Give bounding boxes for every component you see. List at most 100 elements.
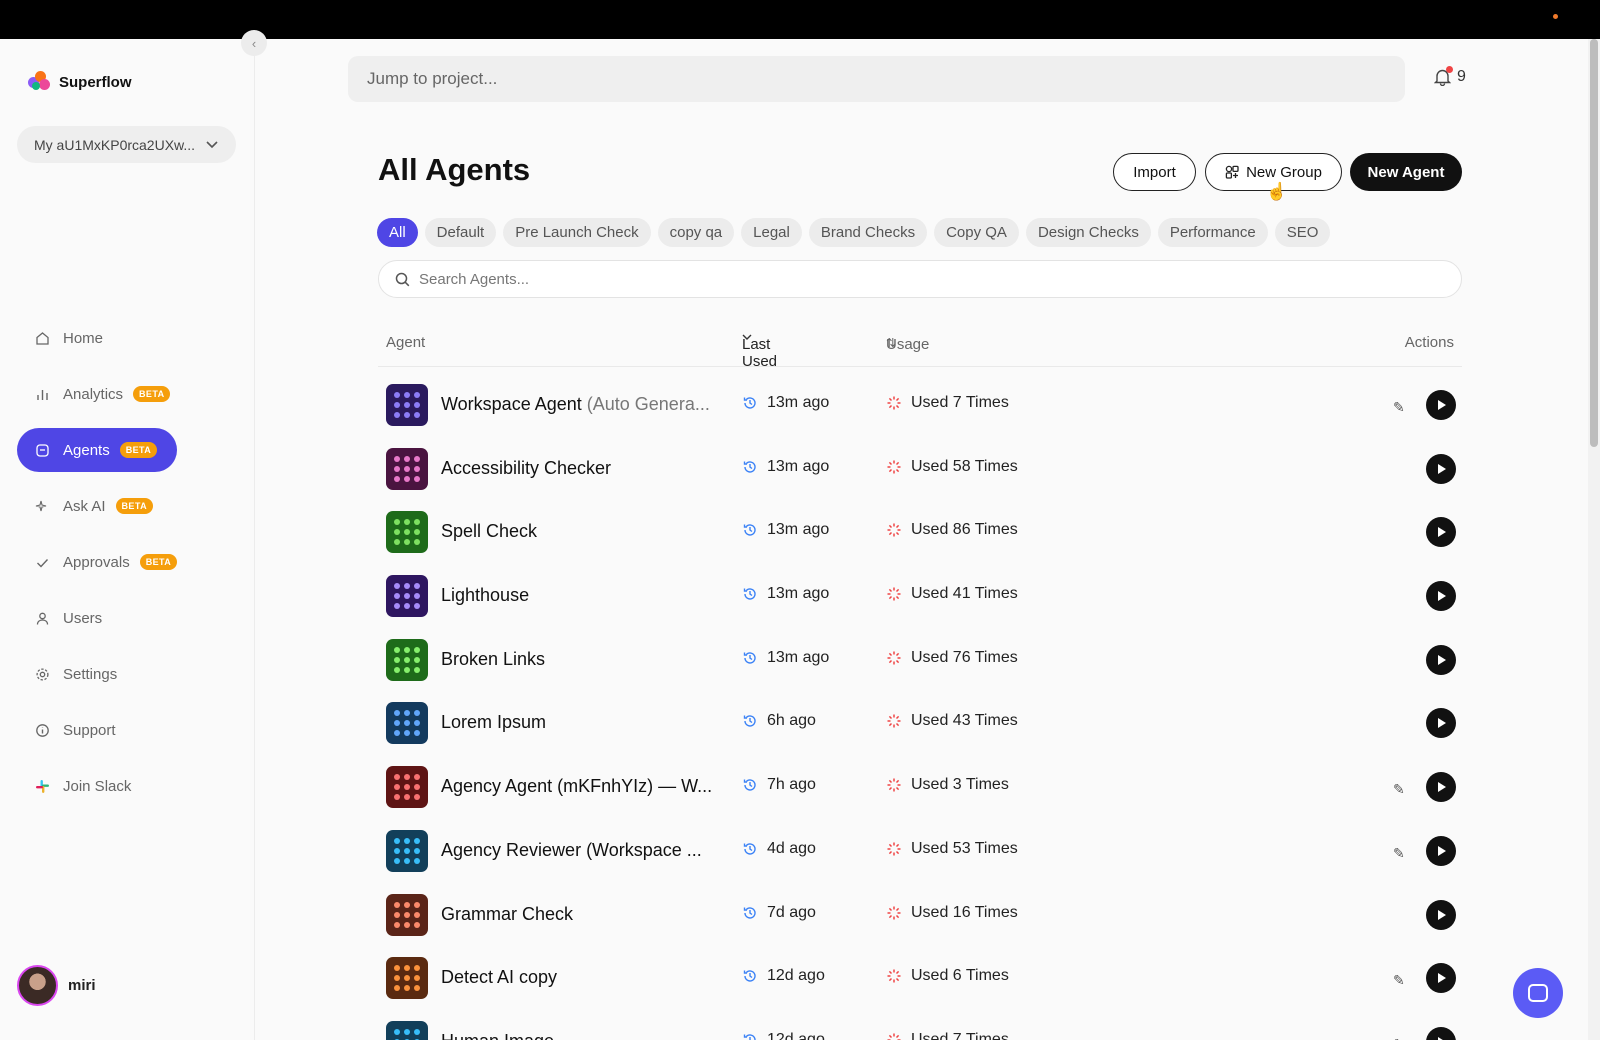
last-used-value: 12d ago bbox=[767, 967, 825, 985]
agent-avatar-icon bbox=[386, 893, 428, 936]
filter-chip-copy-qa[interactable]: Copy QA bbox=[934, 218, 1019, 247]
run-agent-button[interactable] bbox=[1426, 772, 1456, 803]
usage-cell: Used 16 Times bbox=[886, 904, 1018, 922]
table-row[interactable]: Spell Check 13m ago Used 86 Times bbox=[378, 501, 1462, 565]
filter-chip-default[interactable]: Default bbox=[424, 218, 497, 247]
table-row[interactable]: Broken Links 13m ago Used 76 Times bbox=[378, 629, 1462, 693]
usage-cell: Used 76 Times bbox=[886, 649, 1018, 667]
table-row[interactable]: Detect AI copy 12d ago Used 6 Times ✎ bbox=[378, 947, 1462, 1011]
usage-value: Used 86 Times bbox=[911, 521, 1018, 539]
last-used-value: 13m ago bbox=[767, 648, 830, 666]
table-row[interactable]: Lorem Ipsum 6h ago Used 43 Times bbox=[378, 692, 1462, 756]
last-used-cell: 13m ago bbox=[742, 649, 829, 667]
sidebar-item-label: Ask AI bbox=[63, 497, 106, 515]
sidebar-item-label: Home bbox=[63, 329, 104, 347]
workspace-selector[interactable]: My aU1MxKP0rca2UXw... bbox=[17, 126, 236, 163]
clock-icon bbox=[743, 1034, 756, 1040]
sidebar-item-agents[interactable]: Agents BETA bbox=[17, 428, 177, 472]
agent-name[interactable]: Human Image bbox=[441, 1031, 554, 1040]
last-used-cell: 12d ago bbox=[742, 1031, 825, 1040]
usage-value: Used 7 Times bbox=[911, 394, 1009, 411]
agent-name[interactable]: Workspace Agent (Auto Genera... bbox=[441, 394, 710, 415]
run-agent-button[interactable] bbox=[1426, 899, 1456, 930]
sidebar-item-approvals[interactable]: Approvals BETA bbox=[17, 540, 236, 584]
agent-name[interactable]: Accessibility Checker bbox=[441, 458, 611, 479]
page-scrollbar[interactable] bbox=[1588, 39, 1600, 1040]
edit-pencil-icon[interactable]: ✎ bbox=[1393, 781, 1405, 798]
notifications-button[interactable]: 9 bbox=[1434, 66, 1466, 86]
table-row[interactable]: Lighthouse 13m ago Used 41 Times bbox=[378, 565, 1462, 629]
scrollbar-thumb[interactable] bbox=[1590, 39, 1598, 447]
edit-pencil-icon[interactable]: ✎ bbox=[1393, 1036, 1405, 1040]
run-agent-button[interactable] bbox=[1426, 644, 1456, 675]
agent-name-text: Detect AI copy bbox=[441, 967, 558, 988]
gear-icon bbox=[34, 666, 50, 682]
agent-avatar-icon bbox=[386, 511, 428, 554]
table-row[interactable]: Agency Reviewer (Workspace ... 4d ago Used… bbox=[378, 820, 1462, 884]
table-row[interactable]: Agency Agent (mKFnhYIz) — W... 7h ago Used… bbox=[378, 756, 1462, 820]
project-search-input[interactable]: Jump to project... bbox=[348, 56, 1405, 102]
clock-icon bbox=[743, 524, 756, 537]
chat-support-button[interactable] bbox=[1513, 968, 1563, 1018]
superflow-logo-icon bbox=[28, 71, 50, 93]
usage-burst-icon bbox=[887, 1033, 901, 1040]
run-agent-button[interactable] bbox=[1426, 1026, 1456, 1040]
agent-search-input[interactable]: Search Agents... bbox=[378, 260, 1462, 298]
table-row[interactable]: Accessibility Checker 13m ago Used 58 Time… bbox=[378, 438, 1462, 502]
run-agent-button[interactable] bbox=[1426, 963, 1456, 994]
info-icon bbox=[34, 722, 50, 738]
sidebar-item-join-slack[interactable]: Join Slack bbox=[17, 764, 236, 808]
usage-cell: Used 3 Times bbox=[886, 776, 1009, 794]
agent-name[interactable]: Grammar Check bbox=[441, 904, 573, 925]
sidebar-item-home[interactable]: Home bbox=[17, 316, 236, 360]
import-button[interactable]: Import bbox=[1113, 153, 1196, 191]
usage-value: Used 3 Times bbox=[911, 776, 1009, 794]
filter-chip-brand-checks[interactable]: Brand Checks bbox=[808, 218, 928, 247]
collapse-sidebar-button[interactable]: ‹ bbox=[241, 30, 267, 56]
agent-name[interactable]: Spell Check bbox=[441, 521, 537, 542]
edit-pencil-icon[interactable]: ✎ bbox=[1393, 399, 1405, 416]
user-profile[interactable]: miri bbox=[17, 965, 96, 1006]
last-used-value: 13m ago bbox=[767, 521, 830, 539]
filter-chip-pre-launch-check[interactable]: Pre Launch Check bbox=[503, 218, 651, 247]
table-row[interactable]: Workspace Agent (Auto Genera... 13m ago Us… bbox=[378, 374, 1462, 438]
run-agent-button[interactable] bbox=[1426, 453, 1456, 484]
agents-table-body: Workspace Agent (Auto Genera... 13m ago Us… bbox=[378, 374, 1462, 1040]
agent-name[interactable]: Detect AI copy bbox=[441, 967, 557, 988]
filter-chip-design-checks[interactable]: Design Checks bbox=[1025, 218, 1151, 247]
edit-pencil-icon[interactable]: ✎ bbox=[1393, 845, 1405, 862]
filter-chip-copy-qa[interactable]: copy qa bbox=[657, 218, 735, 247]
agent-name-text: Spell Check bbox=[441, 521, 538, 542]
sidebar-item-ask-ai[interactable]: Ask AI BETA bbox=[17, 484, 236, 528]
sidebar-item-analytics[interactable]: Analytics BETA bbox=[17, 372, 236, 416]
agent-name[interactable]: Lighthouse bbox=[441, 585, 529, 606]
sidebar-item-users[interactable]: Users bbox=[17, 596, 236, 640]
agent-name[interactable]: Broken Links bbox=[441, 649, 545, 670]
run-agent-button[interactable] bbox=[1426, 390, 1456, 420]
filter-chip-legal[interactable]: Legal bbox=[741, 218, 802, 247]
run-agent-button[interactable] bbox=[1426, 517, 1456, 548]
filter-chip-performance[interactable]: Performance bbox=[1157, 218, 1268, 247]
usage-burst-icon bbox=[887, 651, 901, 665]
agent-name[interactable]: Agency Agent (mKFnhYIz) — W... bbox=[441, 776, 712, 797]
last-used-column-header[interactable]: Last Used bbox=[742, 334, 777, 370]
edit-pencil-icon[interactable]: ✎ bbox=[1393, 972, 1405, 989]
sidebar-item-settings[interactable]: Settings bbox=[17, 652, 236, 696]
workspace-label: My aU1MxKP0rca2UXw... bbox=[34, 136, 196, 153]
table-row[interactable]: Grammar Check 7d ago Used 16 Times bbox=[378, 884, 1462, 948]
system-top-bar bbox=[0, 0, 1600, 39]
table-row[interactable]: Human Image 12d ago Used 7 Times ✎ bbox=[378, 1011, 1462, 1040]
filter-chip-all[interactable]: All bbox=[377, 218, 418, 247]
new-agent-button[interactable]: New Agent bbox=[1350, 153, 1462, 191]
run-agent-button[interactable] bbox=[1426, 581, 1456, 612]
avatar bbox=[17, 965, 58, 1006]
run-agent-button[interactable] bbox=[1426, 708, 1456, 739]
sidebar-item-support[interactable]: Support bbox=[17, 708, 236, 752]
run-agent-button[interactable] bbox=[1426, 835, 1456, 866]
agent-name[interactable]: Lorem Ipsum bbox=[441, 712, 546, 733]
filter-chip-seo[interactable]: SEO bbox=[1274, 218, 1331, 247]
group-icon bbox=[1225, 165, 1239, 179]
agent-name[interactable]: Agency Reviewer (Workspace ... bbox=[441, 840, 702, 861]
new-group-label: New Group bbox=[1246, 163, 1322, 181]
brand[interactable]: Superflow bbox=[28, 71, 132, 93]
